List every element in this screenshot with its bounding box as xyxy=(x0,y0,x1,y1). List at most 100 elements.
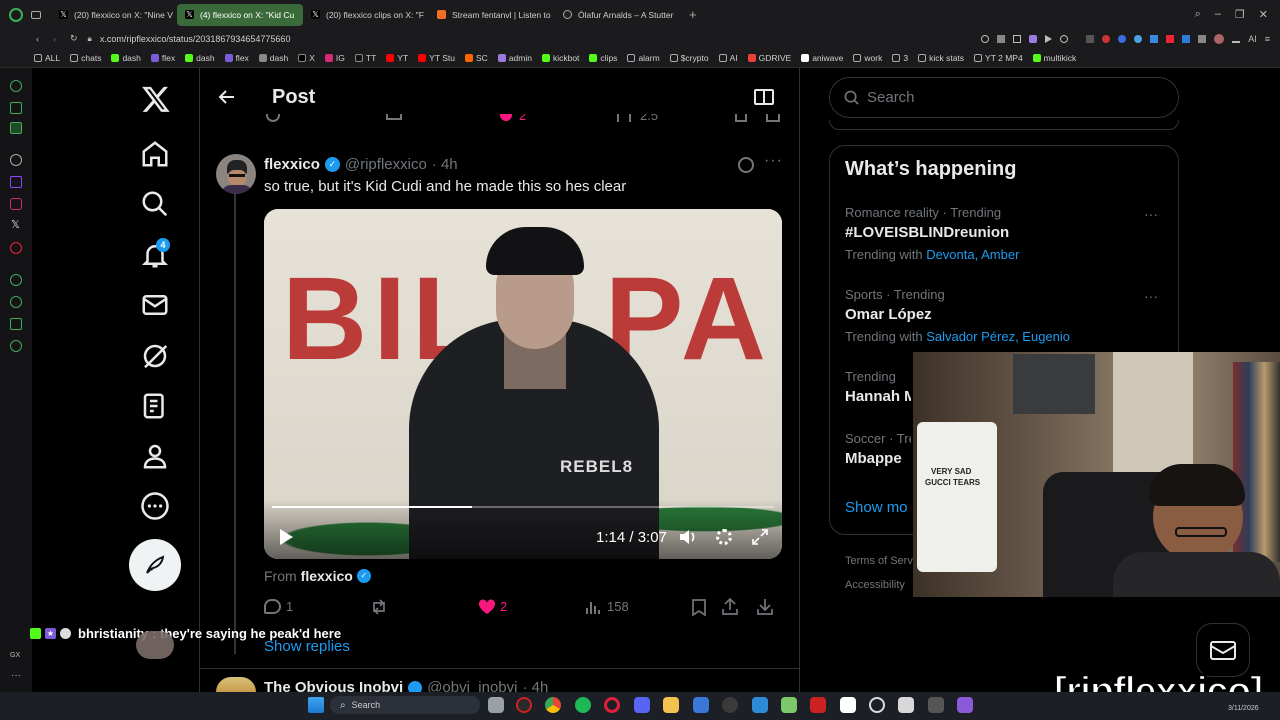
windows-start-icon[interactable] xyxy=(308,697,324,713)
extension-icon[interactable] xyxy=(1134,34,1143,43)
app-icon[interactable] xyxy=(898,697,914,713)
chatgpt-icon[interactable] xyxy=(869,697,885,713)
extension-icon[interactable] xyxy=(1102,34,1111,43)
tab-menu-icon[interactable] xyxy=(31,10,41,19)
sidebar-more-icon[interactable]: ··· xyxy=(11,670,21,681)
bookmark-item[interactable]: flex xyxy=(224,53,249,63)
repost-icon[interactable] xyxy=(386,114,402,120)
back-arrow-icon[interactable] xyxy=(217,87,237,107)
bookmark-item[interactable]: dash xyxy=(185,53,215,63)
app-icon[interactable] xyxy=(928,697,944,713)
explore-search-icon[interactable] xyxy=(140,189,170,219)
bookmark-item[interactable]: YT Stu xyxy=(418,53,455,63)
profile-icon[interactable] xyxy=(140,441,170,471)
sidebar-app-icon[interactable] xyxy=(10,274,22,286)
play-icon[interactable] xyxy=(1045,34,1053,43)
share-icon[interactable] xyxy=(766,114,780,122)
opera-gx-taskbar-icon[interactable] xyxy=(516,697,532,713)
settings-icon[interactable] xyxy=(10,340,22,352)
download-icon[interactable] xyxy=(1232,35,1241,43)
show-more-link[interactable]: Show mo xyxy=(845,499,908,516)
author-display-name[interactable]: flexxico xyxy=(264,156,320,173)
extension-icon[interactable] xyxy=(1166,34,1175,43)
author-handle[interactable]: @ripflexxico xyxy=(345,156,427,173)
bookmark-item[interactable]: $crypto xyxy=(669,53,709,63)
share-icon[interactable] xyxy=(722,597,738,615)
play-button-icon[interactable] xyxy=(280,529,293,545)
home-icon[interactable] xyxy=(140,139,170,169)
footer-terms-link[interactable]: Terms of Serv xyxy=(845,555,913,567)
history-icon[interactable] xyxy=(10,296,22,308)
bookmark-item[interactable]: work xyxy=(853,53,882,63)
bookmark-item[interactable]: ALL xyxy=(34,53,60,63)
trend-item[interactable]: Trending Hannah M xyxy=(845,369,911,405)
bookmark-icon[interactable] xyxy=(735,114,747,122)
bookmark-item[interactable]: aniwave xyxy=(801,53,843,63)
taskbar-search[interactable]: ⌕ Search xyxy=(330,696,480,714)
browser-tab[interactable]: 𝕏 (20) flexxico clips on X: "F xyxy=(303,4,429,26)
bookmark-item[interactable]: TT xyxy=(354,53,376,63)
extension-icon[interactable] xyxy=(1198,34,1207,43)
profile-avatar-icon[interactable] xyxy=(1214,33,1225,44)
extension-icon[interactable] xyxy=(1086,34,1095,43)
extension-icon[interactable] xyxy=(1182,34,1191,43)
bookmark-item[interactable]: AI xyxy=(718,53,738,63)
bookmark-item[interactable]: chats xyxy=(70,53,101,63)
grok-tweet-icon[interactable] xyxy=(738,157,754,173)
reader-mode-icon[interactable] xyxy=(754,89,774,105)
extension-icon[interactable] xyxy=(1150,34,1159,43)
spotify-icon[interactable] xyxy=(575,697,591,713)
trend-item[interactable]: Sports · Trending Omar López Trending wi… xyxy=(845,287,1165,344)
next-author-handle[interactable]: @obvi_inobvi xyxy=(427,678,517,692)
bookmark-item[interactable]: 3 xyxy=(892,53,908,63)
bookmark-item[interactable]: admin xyxy=(497,53,532,63)
opera-logo-icon[interactable] xyxy=(9,7,23,22)
trend-more-icon[interactable]: ··· xyxy=(1144,206,1158,222)
heart-icon[interactable] xyxy=(1060,34,1069,43)
extensions-icon[interactable] xyxy=(10,318,22,330)
tweet-time[interactable]: · 4h xyxy=(432,156,458,173)
like-icon[interactable] xyxy=(500,114,512,121)
bookmark-item[interactable]: IG xyxy=(324,53,345,63)
app-icon[interactable] xyxy=(810,697,826,713)
task-view-icon[interactable] xyxy=(488,697,504,713)
bookmark-item[interactable]: kick stats xyxy=(918,53,964,63)
bookmark-item[interactable]: dash xyxy=(258,53,288,63)
reload-icon[interactable]: ↻ xyxy=(70,33,78,44)
bookmark-item[interactable]: clips xyxy=(589,53,617,63)
volume-icon[interactable] xyxy=(679,529,697,545)
bookmark-item[interactable]: YT xyxy=(386,53,408,63)
bookmark-item[interactable]: SC xyxy=(464,53,488,63)
restore-icon[interactable]: ❐ xyxy=(1235,8,1245,21)
app-icon[interactable] xyxy=(752,697,768,713)
app-icon[interactable] xyxy=(957,697,973,713)
xbox-icon[interactable] xyxy=(722,697,738,713)
tweet-more-icon[interactable]: ··· xyxy=(764,152,783,170)
browser-tab[interactable]: 𝕏 (20) flexxico on X: "Nine V xyxy=(51,4,177,26)
bookmark-item[interactable]: flex xyxy=(150,53,175,63)
avatar[interactable] xyxy=(216,154,256,194)
trend-item[interactable]: Soccer · Tre Mbappe xyxy=(845,431,911,467)
sidebar-gx-icon[interactable]: GX xyxy=(10,652,20,659)
messages-mail-icon[interactable] xyxy=(140,290,170,320)
next-tweet-time[interactable]: · 4h xyxy=(522,678,548,692)
back-icon[interactable]: ‹ xyxy=(36,34,39,44)
sidebar-app-icon[interactable] xyxy=(10,154,22,166)
download-icon[interactable] xyxy=(757,598,773,615)
photos-icon[interactable] xyxy=(693,697,709,713)
opera-icon[interactable] xyxy=(604,697,620,713)
forward-icon[interactable]: › xyxy=(53,34,56,44)
compose-post-button[interactable] xyxy=(129,539,181,591)
twitch-icon[interactable] xyxy=(10,176,22,188)
trend-with-names[interactable]: Salvador Pérez, Eugenio xyxy=(926,329,1070,344)
app-icon[interactable] xyxy=(781,697,797,713)
video-player[interactable]: BILL PA REBEL8 1:14 / 3:07 xyxy=(264,209,782,559)
like-heart-icon[interactable] xyxy=(478,599,496,615)
sidebar-app-icon[interactable] xyxy=(10,102,22,114)
extension-icon[interactable] xyxy=(1118,34,1127,43)
minimize-icon[interactable]: – xyxy=(1215,8,1221,21)
next-tweet-avatar[interactable] xyxy=(216,677,256,692)
grok-icon[interactable] xyxy=(140,341,170,371)
lists-icon[interactable] xyxy=(140,391,170,421)
trend-item[interactable]: Romance reality · Trending #LOVEISBLINDr… xyxy=(845,205,1165,262)
